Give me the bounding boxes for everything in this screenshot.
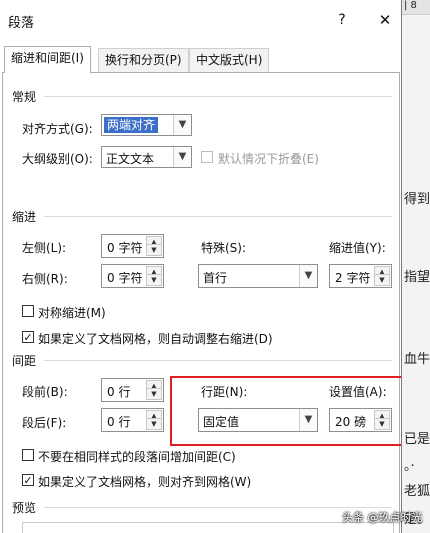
no-space-same-style-checkbox[interactable] xyxy=(22,449,34,461)
mirror-indents-label: 对称缩进(M) xyxy=(38,306,106,320)
watermark: 头条 @玖点时光 xyxy=(342,511,423,524)
doc-snippet: 得到 xyxy=(404,192,430,207)
spin-down-icon[interactable]: ▼ xyxy=(374,274,390,286)
close-button[interactable]: ✕ xyxy=(374,9,396,31)
special-label: 特殊(S): xyxy=(201,241,247,255)
doc-snippet: 老狐 xyxy=(404,484,430,499)
tab-indents-spacing[interactable]: 缩进和间距(I) xyxy=(4,46,91,73)
section-spacing: 间距 xyxy=(12,354,37,368)
right-indent-label: 右侧(R): xyxy=(22,272,68,286)
special-indent-dropdown[interactable]: 首行 ▼ xyxy=(198,264,318,288)
indent-by-value: 2 字符 xyxy=(335,271,371,285)
doc-snippet: 已是 xyxy=(404,432,430,447)
help-button[interactable]: ? xyxy=(332,10,352,30)
title-bar: 段落 ? ✕ xyxy=(0,0,401,40)
chevron-down-icon[interactable]: ▼ xyxy=(173,147,191,167)
outline-level-value: 正文文本 xyxy=(106,152,155,166)
spin-down-icon[interactable]: ▼ xyxy=(146,244,162,256)
background-document: | 8 得到 指望 血牛 已是 。· 老狐 是。 xyxy=(400,0,430,533)
doc-snippet: 指望 xyxy=(404,270,430,285)
dialog-title: 段落 xyxy=(8,16,35,31)
space-before-value: 0 行 xyxy=(107,385,131,399)
space-after-value: 0 行 xyxy=(107,415,131,429)
alignment-label: 对齐方式(G): xyxy=(22,122,93,136)
divider xyxy=(44,360,392,361)
outline-level-dropdown[interactable]: 正文文本 ▼ xyxy=(101,146,192,168)
space-after-spinner[interactable]: 0 行 ▲ ▼ xyxy=(101,408,164,432)
left-indent-label: 左侧(L): xyxy=(22,241,67,255)
alignment-dropdown[interactable]: 两端对齐 ▼ xyxy=(101,114,192,136)
chevron-down-icon[interactable]: ▼ xyxy=(299,265,317,287)
tab-asian-typography[interactable]: 中文版式(H) xyxy=(189,48,270,72)
doc-snippet: 。· xyxy=(404,459,415,474)
spin-down-icon[interactable]: ▼ xyxy=(146,388,162,400)
tab-line-page-breaks[interactable]: 换行和分页(P) xyxy=(98,48,189,72)
section-general: 常规 xyxy=(12,90,37,104)
snap-to-grid-checkbox[interactable]: ✓ xyxy=(22,474,34,486)
space-before-spinner[interactable]: 0 行 ▲ ▼ xyxy=(101,378,164,402)
ruler: | 8 xyxy=(400,0,430,15)
alignment-value: 两端对齐 xyxy=(104,117,159,133)
tab-strip: 缩进和间距(I) 换行和分页(P) 中文版式(H) xyxy=(0,46,401,73)
section-indentation: 缩进 xyxy=(12,210,37,224)
special-indent-value: 首行 xyxy=(203,271,228,285)
indent-by-spinner[interactable]: 2 字符 ▲ ▼ xyxy=(329,264,392,288)
divider xyxy=(44,507,392,508)
chevron-down-icon[interactable]: ▼ xyxy=(173,115,191,135)
space-after-label: 段后(F): xyxy=(22,416,67,430)
mirror-indents-checkbox[interactable] xyxy=(22,305,34,317)
snap-to-grid-label: 如果定义了文档网格，则对齐到网格(W) xyxy=(38,475,252,489)
right-indent-value: 0 字符 xyxy=(107,271,143,285)
collapse-default-checkbox[interactable] xyxy=(201,151,213,163)
paragraph-dialog: 段落 ? ✕ 缩进和间距(I) 换行和分页(P) 中文版式(H) 常规 对齐方式… xyxy=(0,0,402,533)
no-space-same-style-label: 不要在相同样式的段落间增加间距(C) xyxy=(38,450,236,464)
left-indent-spinner[interactable]: 0 字符 ▲ ▼ xyxy=(101,234,164,258)
spin-down-icon[interactable]: ▼ xyxy=(146,418,162,430)
divider xyxy=(44,96,392,97)
preview-box xyxy=(22,522,394,533)
divider xyxy=(44,216,392,217)
annotation-highlight xyxy=(170,376,401,446)
collapse-default-label: 默认情况下折叠(E) xyxy=(218,152,319,166)
auto-adjust-checkbox[interactable]: ✓ xyxy=(22,331,34,343)
doc-snippet: 血牛 xyxy=(404,352,430,367)
auto-adjust-label: 如果定义了文档网格，则自动调整右缩进(D) xyxy=(38,332,273,346)
section-preview: 预览 xyxy=(12,501,37,515)
left-indent-value: 0 字符 xyxy=(107,241,143,255)
indent-value-label: 缩进值(Y): xyxy=(329,241,386,255)
outline-level-label: 大纲级别(O): xyxy=(22,152,93,166)
ruler-text: | 8 xyxy=(404,0,417,11)
spin-down-icon[interactable]: ▼ xyxy=(146,274,162,286)
right-indent-spinner[interactable]: 0 字符 ▲ ▼ xyxy=(101,264,164,288)
space-before-label: 段前(B): xyxy=(22,385,68,399)
